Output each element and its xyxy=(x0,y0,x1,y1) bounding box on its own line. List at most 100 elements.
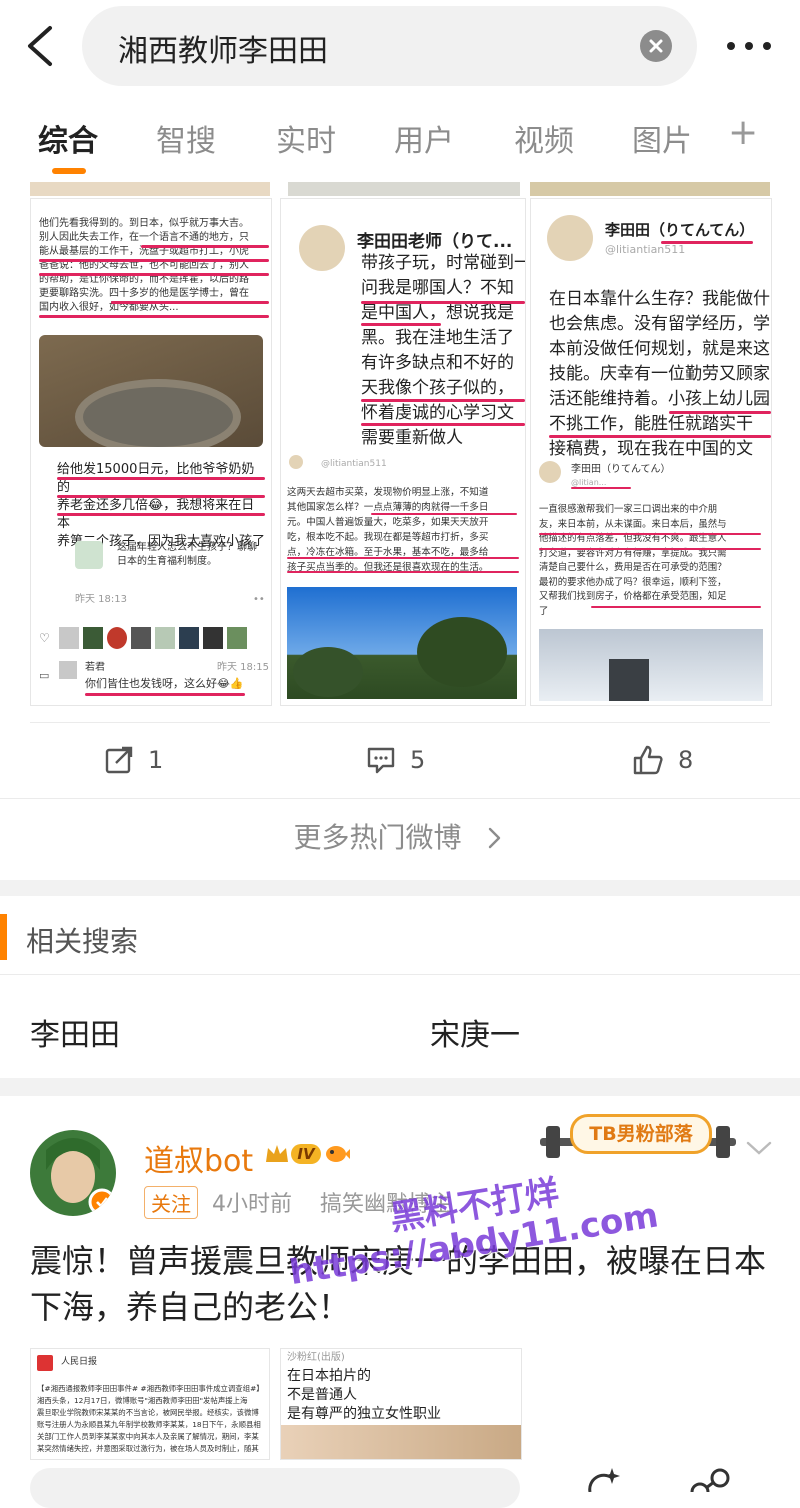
user-handle: @litiantian511 xyxy=(321,459,387,469)
repost-button[interactable]: 1 xyxy=(104,740,163,780)
text-line: 吃，根本吃不起。我现在都是等超市打折，多买 xyxy=(287,532,489,543)
divider xyxy=(0,974,800,975)
avatar xyxy=(547,215,593,261)
highlight-underline xyxy=(361,323,441,326)
level-badge: IV xyxy=(291,1144,321,1164)
avatar xyxy=(59,661,77,679)
user-badges: IV xyxy=(264,1140,350,1168)
comment-text: 你们皆住也发钱呀，这么好😂👍 xyxy=(85,677,244,690)
text-line: 他们先看我得到的。到日本，似乎就万事大吉。 xyxy=(39,218,249,229)
text-line: 不是普通人 xyxy=(287,1387,357,1403)
text-line: 元。中国人普遍饭量大，吃菜多，如果天天放开 xyxy=(287,517,489,528)
text-line: 在日本拍片的 xyxy=(287,1368,371,1384)
text-line: 有许多缺点和不好的 xyxy=(361,353,514,373)
section-separator xyxy=(0,880,800,896)
logo xyxy=(37,1355,53,1371)
text-line: 带孩子玩，时常碰到一 xyxy=(361,253,525,273)
image-text: 【#湘西通报教师李田田事件# #湘西教师李田田事件成立调查组#】 湘西头条，12… xyxy=(37,1383,267,1455)
text-line: 湘西头条，12月17日，微博账号"湘西教师李田田"发帖声援上海 xyxy=(37,1396,248,1405)
avatar xyxy=(299,225,345,271)
tab-images[interactable]: 图片 xyxy=(632,116,692,160)
thumbs-up-icon xyxy=(633,745,663,775)
related-search-item[interactable]: 李田田 xyxy=(30,1010,120,1054)
back-button[interactable] xyxy=(22,24,62,68)
text-line: 在日本靠什么生存？我能做什 xyxy=(549,289,770,309)
post-image-1[interactable]: 他们先看我得到的。到日本，似乎就万事大吉。 别人因此失去工作，在一个语言不通的地… xyxy=(30,198,272,706)
photo-sky-trees xyxy=(287,587,517,699)
highlight-underline xyxy=(669,411,771,414)
post-image-thumb-1[interactable]: 人民日报 【#湘西通报教师李田田事件# #湘西教师李田田事件成立调查组#】 湘西… xyxy=(30,1348,270,1460)
more-hot-posts-link[interactable]: 更多热门微博 xyxy=(0,816,800,856)
tab-realtime[interactable]: 实时 xyxy=(276,116,336,160)
avatar xyxy=(83,627,103,649)
text-line: 某突然情绪失控，并意图采取过激行为，被在场人员及时制止，随其 xyxy=(37,1444,259,1453)
more-options-button[interactable] xyxy=(724,26,774,66)
heart-icon: ♡ xyxy=(39,631,50,645)
related-search-item[interactable]: 宋庚一 xyxy=(430,1010,520,1054)
clear-search-button[interactable] xyxy=(640,30,672,62)
tab-comprehensive[interactable]: 综合 xyxy=(38,116,98,160)
author-name[interactable]: 道叔bot xyxy=(144,1136,253,1180)
share-icon xyxy=(105,746,133,774)
tab-users[interactable]: 用户 xyxy=(394,116,454,160)
tab-smart-search[interactable]: 智搜 xyxy=(156,116,216,160)
post-image-thumb-2[interactable]: 沙粉红(出版) 在日本拍片的 不是普通人 是有尊严的独立女性职业 xyxy=(280,1348,522,1460)
link-card-text[interactable]: 这届年轻人怎么不生孩子？聊聊 日本的生育福利制度。 xyxy=(117,541,267,569)
divider xyxy=(0,798,800,799)
post-image-3[interactable]: 李田田（りてんてん） @litiantian511 在日本靠什么生存？我能做什 … xyxy=(530,198,772,706)
highlight-underline xyxy=(39,273,269,276)
like-button[interactable]: 8 xyxy=(632,740,693,780)
highlight-underline xyxy=(141,245,269,248)
author-name: 李田田（りてんてん） xyxy=(571,464,671,475)
avatar-image xyxy=(30,1130,116,1216)
follow-button[interactable]: 关注 xyxy=(144,1186,198,1219)
tab-videos[interactable]: 视频 xyxy=(514,116,574,160)
fish-badge-icon xyxy=(325,1146,350,1162)
highlight-underline xyxy=(287,571,519,573)
related-searches-title: 相关搜索 xyxy=(26,925,139,958)
avatar xyxy=(203,627,223,649)
avatar xyxy=(179,627,199,649)
text-line: 这两天去超市买菜，发现物价明显上涨，不知道 xyxy=(287,487,489,498)
comment-input[interactable] xyxy=(30,1468,520,1508)
photo-person xyxy=(281,1425,521,1459)
more-hot-label: 更多热门微博 xyxy=(293,821,462,854)
text-line: 震旦职业学院教师宋某某的不当言论，被网民举报。经核实，该微博 xyxy=(37,1408,259,1417)
author-name: 李田田（りてんてん） xyxy=(605,221,755,239)
search-query: 湘西教师李田田 xyxy=(118,34,328,69)
bottom-toolbar xyxy=(0,1462,800,1508)
author-avatar[interactable] xyxy=(30,1130,116,1216)
text-line: 不挑工作，能胜任就踏实干 xyxy=(549,414,753,434)
divider xyxy=(30,722,770,723)
text-line: 问我是哪国人？不知 xyxy=(361,278,514,298)
text-line: 友，来日本前，从未谋面。来日本后，虽然与 xyxy=(539,518,727,530)
text-line: 黑。我在洼地生活了 xyxy=(361,328,514,348)
tree-shape xyxy=(293,647,363,697)
highlight-underline xyxy=(111,301,269,304)
comment-button[interactable]: 5 xyxy=(366,740,425,780)
post-image-2[interactable]: 李田田老师（りて... 带孩子玩，时常碰到一 问我是哪国人？不知 是中国人，想说… xyxy=(280,198,526,706)
tab-active-indicator xyxy=(52,168,86,174)
text-line: 也会焦虑。没有留学经历，学 xyxy=(549,314,770,334)
avatar xyxy=(227,627,247,649)
text-line: 最初的要求他办成了吗？很幸运，顺利下签， xyxy=(539,576,727,588)
sparkle-icon[interactable] xyxy=(582,1466,622,1492)
post-time: 4小时前 xyxy=(212,1192,292,1217)
barbell-weight xyxy=(546,1126,560,1158)
chevron-down-icon xyxy=(746,1141,772,1155)
share-network-icon[interactable] xyxy=(690,1466,734,1492)
image-top-text: 沙粉红(出版) xyxy=(287,1352,345,1363)
highlight-underline xyxy=(361,399,525,402)
highlight-underline xyxy=(571,487,631,489)
like-count: 8 xyxy=(678,746,694,774)
text-line: 接稿费，现在我在中国的文 xyxy=(549,439,753,459)
user-handle: @litiantian511 xyxy=(605,243,686,256)
avatar xyxy=(131,627,151,649)
add-tab-button[interactable]: + xyxy=(728,112,758,153)
text-line: 本前没做任何规划，就是来这 xyxy=(549,339,770,359)
text-line: 更要聊路实洗。四十多岁的他是医学博士，曾在 xyxy=(39,288,249,299)
avatar xyxy=(539,461,561,483)
image-text: 在日本拍片的 不是普通人 是有尊严的独立女性职业 xyxy=(287,1367,441,1424)
photo-stone-bowl xyxy=(39,335,263,447)
post-options-button[interactable] xyxy=(744,1138,774,1162)
